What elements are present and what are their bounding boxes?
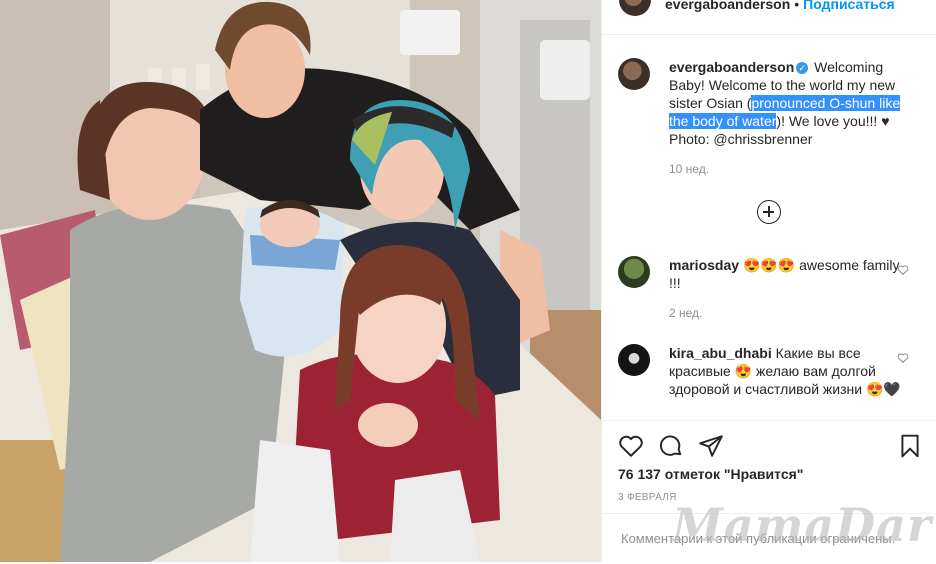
heart-icon[interactable] <box>618 433 644 459</box>
header-username[interactable]: evergaboanderson <box>665 0 790 12</box>
post-details-panel: evergaboanderson • Подписаться evergaboand… <box>601 0 936 562</box>
post-header: evergaboanderson • Подписаться <box>602 0 936 35</box>
comment-like-heart-icon[interactable] <box>897 264 909 276</box>
comment-time[interactable]: 2 нед. <box>669 306 702 320</box>
comments-list[interactable]: evergaboanderson ✓ Welcoming Baby! Welcom… <box>602 46 936 420</box>
bookmark-icon[interactable] <box>897 433 923 459</box>
photo-illustration <box>0 0 601 562</box>
caption-time[interactable]: 10 нед. <box>669 162 709 176</box>
comment-username[interactable]: kira_abu_dhabi <box>669 345 772 361</box>
comments-disabled-text: Комментарии к этой публикации ограничены… <box>621 531 896 546</box>
comment-text: mariosday 😍😍😍 awesome family !!! <box>669 256 909 292</box>
likes-count[interactable]: 76 137 отметок "Нравится" <box>618 466 803 482</box>
caption-username[interactable]: evergaboanderson <box>669 59 794 75</box>
comment-avatar[interactable] <box>618 256 650 288</box>
follow-button[interactable]: Подписаться <box>803 0 895 12</box>
comment-like-heart-icon[interactable] <box>897 352 909 364</box>
share-icon[interactable] <box>698 433 724 459</box>
comment-input-area: Комментарии к этой публикации ограничены… <box>602 513 936 564</box>
header-user-line: evergaboanderson • Подписаться <box>665 0 895 12</box>
author-avatar[interactable] <box>619 0 651 16</box>
comment-icon[interactable] <box>658 433 684 459</box>
comment-avatar[interactable] <box>618 344 650 376</box>
header-separator: • <box>794 0 800 12</box>
post-photo[interactable] <box>0 0 601 562</box>
comment-text: kira_abu_dhabi Какие вы все красивые 😍 ж… <box>669 344 909 398</box>
post-date[interactable]: 3 ФЕВРАЛЯ <box>618 492 677 503</box>
comment-username[interactable]: mariosday <box>669 257 739 273</box>
verified-badge-icon: ✓ <box>796 62 809 74</box>
plus-circle-icon[interactable] <box>757 200 781 224</box>
caption-avatar[interactable] <box>618 58 650 90</box>
post-actions: 76 137 отметок "Нравится" 3 ФЕВРАЛЯ Комм… <box>602 420 936 563</box>
caption-text: evergaboanderson ✓ Welcoming Baby! Welcom… <box>669 58 909 148</box>
